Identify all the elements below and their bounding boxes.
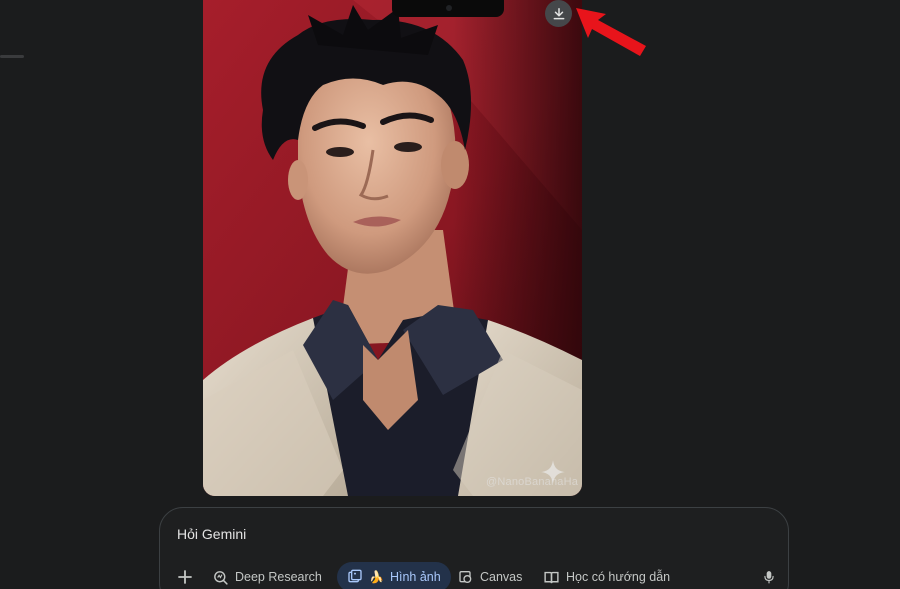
image-watermark: @NanoBananaHa <box>486 476 579 488</box>
prompt-composer[interactable]: Hỏi Gemini Deep Research 🍌 Hình ảnh Canv… <box>159 507 789 589</box>
canvas-label: Canvas <box>480 570 523 584</box>
portrait-illustration <box>203 0 582 496</box>
add-button[interactable] <box>172 564 198 589</box>
guided-learning-button[interactable]: Học có hướng dẫn <box>543 562 670 589</box>
guided-learning-label: Học có hướng dẫn <box>566 570 671 584</box>
book-icon <box>544 571 559 583</box>
canvas-icon <box>459 571 472 583</box>
image-tool-label: Hình ảnh <box>389 570 441 584</box>
generated-image[interactable] <box>203 0 582 496</box>
banana-emoji: 🍌 <box>369 570 384 584</box>
mic-icon <box>764 571 774 584</box>
deep-research-label: Deep Research <box>235 570 322 584</box>
sidebar-handle[interactable] <box>0 55 24 58</box>
download-button[interactable] <box>545 0 572 27</box>
prompt-input[interactable]: Hỏi Gemini <box>177 526 246 542</box>
gemini-page: @NanoBananaHa Hỏi Gemini Deep Research 🍌… <box>0 0 900 589</box>
plus-icon <box>178 570 192 584</box>
image-icon <box>348 569 362 583</box>
canvas-button[interactable]: Canvas <box>458 562 522 589</box>
image-tool-button[interactable]: 🍌 Hình ảnh <box>337 562 451 589</box>
camera-dot <box>446 5 452 11</box>
mic-button[interactable] <box>757 564 781 589</box>
annotation-arrow-icon <box>574 2 650 63</box>
deep-research-button[interactable]: Deep Research <box>212 562 322 589</box>
deep-research-icon <box>214 570 228 585</box>
download-icon <box>553 7 564 19</box>
